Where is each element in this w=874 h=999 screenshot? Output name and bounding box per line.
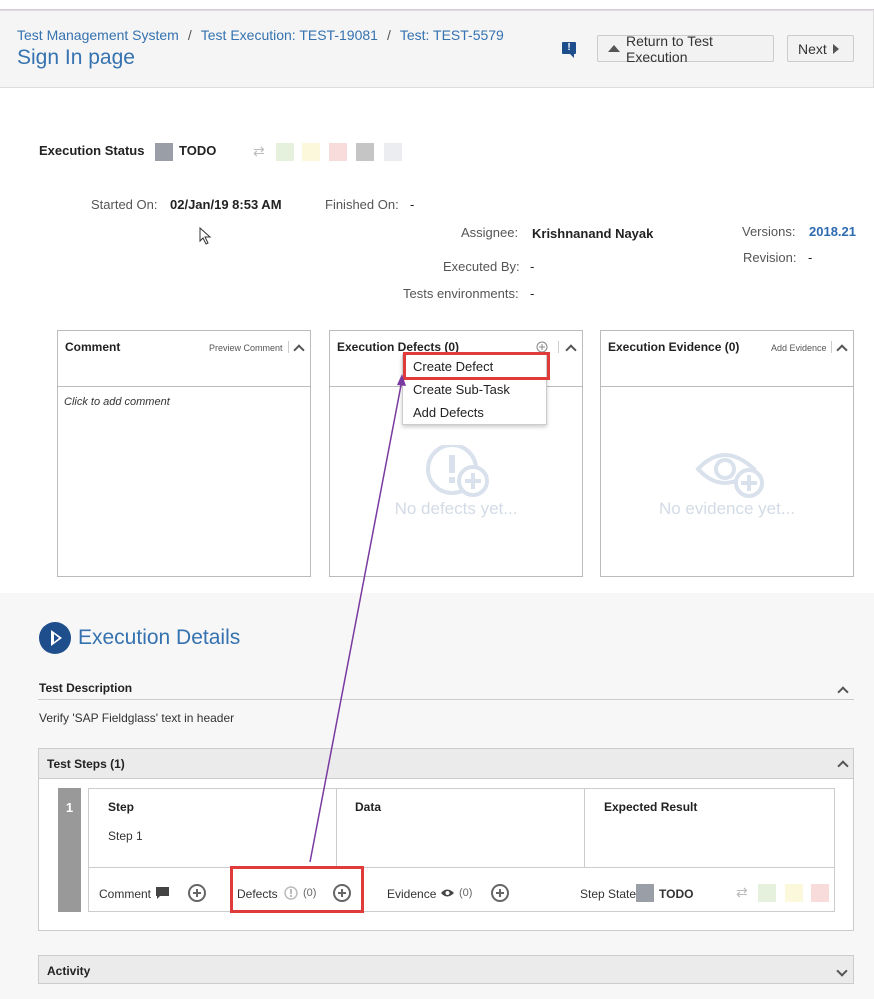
expected-result-column: Expected Result: [585, 789, 834, 867]
revision-value: -: [808, 250, 813, 265]
expand-icon[interactable]: [836, 965, 848, 977]
status-swatch-fail[interactable]: [329, 143, 347, 161]
evidence-panel-header: Execution Evidence (0) Add Evidence: [601, 331, 853, 387]
data-column-header: Data: [355, 800, 382, 814]
eye-icon: [441, 889, 454, 897]
expected-result-column-header: Expected Result: [604, 800, 698, 814]
no-defects-text: No defects yet...: [394, 499, 518, 518]
started-on-value: 02/Jan/19 8:53 AM: [170, 197, 282, 212]
next-button-label: Next: [798, 40, 827, 57]
evidence-panel-title: Execution Evidence (0): [608, 340, 740, 354]
breadcrumb: Test Management System / Test Execution: T…: [17, 27, 504, 43]
assignee-value: Krishnanand Nayak: [532, 226, 654, 241]
no-evidence-text: No evidence yet...: [658, 499, 796, 518]
versions-label: Versions:: [742, 224, 796, 239]
collapse-icon[interactable]: [565, 344, 577, 356]
step-text: Step 1: [108, 829, 143, 843]
comment-panel-title: Comment: [65, 340, 121, 354]
page-title: Sign In page: [17, 46, 135, 69]
add-comment-icon[interactable]: [188, 884, 206, 902]
execution-details-title: Execution Details: [78, 626, 241, 649]
step-swatch-executing[interactable]: [785, 884, 803, 902]
test-steps-header[interactable]: Test Steps (1): [39, 749, 853, 779]
play-icon: [39, 622, 71, 654]
evidence-panel: Execution Evidence (0) Add Evidence No e…: [600, 330, 854, 577]
comment-input[interactable]: Click to add comment: [64, 396, 170, 408]
arrow-up-icon: [608, 45, 620, 52]
add-step-evidence-icon[interactable]: [491, 884, 509, 902]
menu-item-create-subtask[interactable]: Create Sub-Task: [413, 382, 510, 397]
status-value: TODO: [179, 143, 217, 158]
step-column-header: Step: [108, 800, 135, 814]
comment-icon[interactable]: [155, 886, 170, 900]
breadcrumb-separator: /: [187, 27, 192, 43]
step-state-swatch: [636, 884, 654, 902]
executed-by-label: Executed By:: [443, 259, 520, 274]
arrow-right-icon: [832, 43, 839, 54]
status-swatch-pass[interactable]: [276, 143, 294, 161]
add-evidence-link[interactable]: Add Evidence: [771, 343, 827, 353]
top-strip: [0, 0, 874, 10]
breadcrumb-item-execution[interactable]: Test Execution: TEST-19081: [201, 27, 378, 43]
test-description-label: Test Description: [39, 681, 133, 695]
data-column: Data: [337, 789, 585, 867]
comment-panel-header: Comment Preview Comment: [58, 331, 310, 387]
step-state-value: TODO: [659, 887, 694, 901]
activity-header[interactable]: Activity: [38, 955, 854, 984]
status-swatch-todo[interactable]: [356, 143, 374, 161]
step-evidence-count: (0): [459, 887, 473, 899]
breadcrumb-item-project[interactable]: Test Management System: [17, 27, 179, 43]
swap-icon[interactable]: ⇄: [736, 884, 748, 901]
versions-value[interactable]: 2018.21: [809, 224, 856, 239]
step-comment-label: Comment: [99, 887, 152, 901]
activity-label: Activity: [47, 964, 91, 978]
started-on-label: Started On:: [91, 197, 158, 212]
step-number: 1: [58, 788, 81, 912]
step-state-label: Step State: [580, 887, 637, 901]
execution-status-label: Execution Status: [39, 143, 145, 158]
finished-on-label: Finished On:: [325, 197, 399, 212]
preview-comment-link[interactable]: Preview Comment: [209, 343, 283, 353]
feedback-icon[interactable]: !: [562, 42, 576, 58]
divider: [38, 699, 854, 700]
collapse-icon[interactable]: [293, 344, 305, 356]
highlight-step-defects: [230, 866, 364, 913]
step-column: Step Step 1: [89, 789, 337, 867]
next-button[interactable]: Next: [787, 35, 854, 62]
comment-panel: Comment Preview Comment Click to add com…: [57, 330, 311, 577]
highlight-create-defect: [403, 352, 550, 380]
status-color-swatch: [155, 143, 173, 161]
collapse-icon[interactable]: [836, 344, 848, 356]
divider: [558, 341, 559, 353]
revision-label: Revision:: [743, 250, 797, 265]
step-swatch-pass[interactable]: [758, 884, 776, 902]
mouse-cursor-icon: [199, 227, 212, 245]
breadcrumb-item-test[interactable]: Test: TEST-5579: [400, 27, 504, 43]
swap-icon[interactable]: ⇄: [253, 143, 265, 160]
divider: [831, 341, 832, 353]
finished-on-value: -: [410, 197, 415, 212]
menu-item-add-defects[interactable]: Add Defects: [413, 405, 484, 420]
status-swatch-aborted[interactable]: [384, 143, 402, 161]
return-to-execution-button[interactable]: Return to Test Execution: [597, 32, 774, 65]
environments-value: -: [530, 286, 535, 301]
no-defects-icon: [426, 445, 489, 497]
step-footer: Comment Defects (0) Evidence (0) Step St…: [89, 867, 834, 912]
collapse-icon[interactable]: [837, 760, 849, 772]
step-table: Step Step 1 Data Expected Result Comment…: [88, 788, 835, 912]
assignee-label: Assignee:: [461, 225, 519, 240]
step-evidence-label: Evidence: [387, 887, 437, 901]
return-button-label: Return to Test Execution: [626, 32, 713, 65]
status-swatch-executing[interactable]: [302, 143, 320, 161]
test-description-text: Verify 'SAP Fieldglass' text in header: [39, 711, 235, 725]
breadcrumb-separator: /: [386, 27, 391, 43]
divider: [288, 341, 289, 353]
test-steps-label: Test Steps (1): [47, 757, 125, 771]
no-evidence-icon: [695, 453, 764, 498]
environments-label: Tests environments:: [403, 286, 519, 301]
step-swatch-fail[interactable]: [811, 884, 829, 902]
executed-by-value: -: [530, 259, 535, 274]
